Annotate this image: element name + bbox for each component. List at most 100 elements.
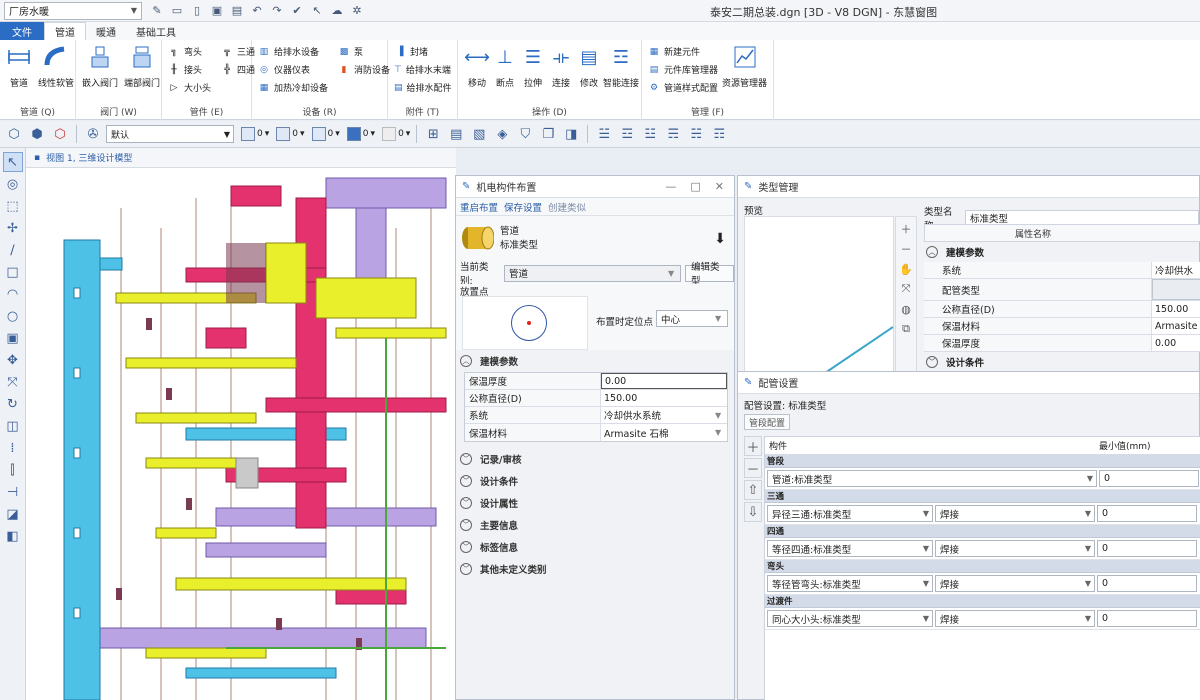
section-other[interactable]: ﹀ 其他未定义类别	[456, 558, 734, 580]
array-icon[interactable]: ⁞	[3, 438, 23, 458]
placement-pos-select[interactable]: 中心 ▼	[656, 310, 728, 327]
component-select[interactable]: 同心大小头:标准类型 ▼	[767, 610, 933, 627]
close-icon[interactable]: ✕	[715, 180, 724, 193]
transparency-picker[interactable]: 0 ▾	[346, 127, 375, 141]
cube-red-icon[interactable]: ⬡	[50, 124, 70, 144]
zoom-out-icon[interactable]: －	[898, 241, 914, 257]
undo-icon[interactable]: ↶	[248, 2, 266, 20]
component-select[interactable]: 管道:标准类型 ▼	[767, 470, 1097, 487]
weight-picker[interactable]: 0 ▾	[311, 127, 340, 141]
restart-placement-link[interactable]: 重启布置	[460, 200, 498, 214]
move-icon[interactable]: ✥	[3, 350, 23, 370]
component-select[interactable]: 等径四通:标准类型 ▼	[767, 540, 933, 557]
join-select[interactable]: 焊接 ▼	[935, 540, 1095, 557]
cursor-icon[interactable]: ↖	[308, 2, 326, 20]
image-icon[interactable]: ▧	[469, 124, 489, 144]
tab-pipe[interactable]: 管道	[44, 22, 86, 40]
tag-icon[interactable]: ⛉	[515, 124, 535, 144]
elbow-button[interactable]: ╗ 弯头	[168, 44, 211, 59]
maximize-icon[interactable]: □	[690, 180, 700, 193]
min-value-input[interactable]: 0	[1097, 610, 1197, 627]
cube-icon[interactable]: ⬡	[4, 124, 24, 144]
edit-type-button[interactable]: 编辑类型	[685, 262, 734, 287]
move-up-icon[interactable]: ⇧	[744, 480, 762, 500]
rotate-icon[interactable]: ◍	[898, 301, 914, 317]
pipe-style-button[interactable]: ⚙ 管道样式配置	[648, 80, 718, 95]
rect-icon[interactable]: □	[3, 262, 23, 282]
placement-point-preview[interactable]	[462, 296, 588, 350]
select-icon[interactable]: ↖	[2, 152, 23, 172]
component-select[interactable]: 等径管弯头:标准类型 ▼	[767, 575, 933, 592]
color-picker[interactable]: 0 ▾	[241, 127, 269, 141]
extend-icon[interactable]: ⊣	[3, 482, 23, 502]
copy-icon[interactable]: ❐	[538, 124, 558, 144]
line-icon[interactable]: ∕	[3, 240, 23, 260]
modeling-params-section[interactable]: ︿ 建模参数	[456, 350, 734, 372]
fire-equipment-button[interactable]: ▮ 消防设备	[338, 62, 391, 77]
pipe-button[interactable]: 管道	[6, 44, 32, 89]
move-down-icon[interactable]: ⇩	[744, 502, 762, 522]
type-section-modeling[interactable]: ︿ 建模参数	[924, 242, 1200, 262]
section-main-info[interactable]: ﹀ 主要信息	[456, 514, 734, 536]
break-button[interactable]: ⊥ 断点	[492, 44, 518, 90]
cut-icon[interactable]: ◧	[3, 526, 23, 546]
save-icon[interactable]: ▣	[208, 2, 226, 20]
cross-button[interactable]: ╬ 四通	[221, 62, 255, 77]
join-select[interactable]: 焊接 ▼	[935, 610, 1095, 627]
arc-icon[interactable]: ◠	[3, 284, 23, 304]
view-cube-icon[interactable]: ⧉	[898, 321, 914, 337]
move-button[interactable]: ⟷ 移动	[464, 44, 490, 90]
palette-icon[interactable]: ✇	[83, 124, 103, 144]
insulation-material-select[interactable]: Armasite 石棉 ▼	[601, 424, 727, 441]
level-select[interactable]: 默认 ▼	[106, 125, 234, 143]
fit-icon[interactable]: ⤧	[898, 281, 914, 297]
settings-icon[interactable]: ✲	[348, 2, 366, 20]
tab-basic-tools[interactable]: 基础工具	[126, 22, 186, 40]
type-section-design[interactable]: ﹀ 设计条件	[924, 352, 1200, 372]
tee-button[interactable]: ╦ 三通	[221, 44, 255, 59]
3d-viewport[interactable]	[26, 168, 456, 700]
inline-valve-button[interactable]: 嵌入阀门	[82, 44, 118, 89]
workspace-select[interactable]: 厂房水暖 ▼	[4, 1, 142, 20]
join-select[interactable]: 焊接 ▼	[935, 575, 1095, 592]
cube-group-icon[interactable]: ⬢	[27, 124, 47, 144]
category-select[interactable]: 管道 ▼	[504, 264, 682, 282]
connect-button[interactable]: ⟛ 连接	[548, 44, 574, 90]
print-icon[interactable]: ▤	[228, 2, 246, 20]
type-preview[interactable]	[744, 216, 894, 376]
layers-icon[interactable]: ◈	[492, 124, 512, 144]
min-value-input[interactable]: 0	[1097, 575, 1197, 592]
circle-icon[interactable]: ○	[3, 306, 23, 326]
stretch-button[interactable]: ☰ 拉伸	[520, 44, 546, 90]
align-icon[interactable]: ☱	[594, 124, 614, 144]
tab-file[interactable]: 文件	[0, 22, 44, 40]
min-value-input[interactable]: 0	[1097, 540, 1197, 557]
heating-equipment-button[interactable]: ▦ 加热冷却设备	[258, 80, 328, 95]
new-element-button[interactable]: ▦ 新建元件	[648, 44, 718, 59]
end-valve-button[interactable]: 端部阀门	[124, 44, 160, 89]
join-select[interactable]: 焊接 ▼	[935, 505, 1095, 522]
instrument-button[interactable]: ◎ 仪器仪表	[258, 62, 328, 77]
section-design-attributes[interactable]: ﹀ 设计属性	[456, 492, 734, 514]
point-icon[interactable]: ✢	[3, 218, 23, 238]
align-icon[interactable]: ⫿	[3, 460, 23, 480]
stack-icon[interactable]: ☶	[709, 124, 729, 144]
grid-icon[interactable]: ⊞	[423, 124, 443, 144]
pin-icon[interactable]: ✔	[288, 2, 306, 20]
sheet-icon[interactable]: ▤	[446, 124, 466, 144]
pan-icon[interactable]: ✋	[898, 261, 914, 277]
linestyle-picker[interactable]: 0 ▾	[276, 127, 305, 141]
min-value-input[interactable]: 0	[1097, 505, 1197, 522]
water-fitting-button[interactable]: ▤ 给排水配件	[394, 80, 452, 95]
min-value-input[interactable]: 0	[1099, 470, 1199, 487]
solid-icon[interactable]: ◪	[3, 504, 23, 524]
add-icon[interactable]: ＋	[744, 436, 762, 456]
mirror-icon[interactable]: ◫	[3, 416, 23, 436]
water-terminal-button[interactable]: ⊤ 给排水末端	[394, 62, 451, 77]
element-type-card[interactable]: 管道 标准类型 ⬇	[456, 216, 734, 262]
remove-icon[interactable]: －	[744, 458, 762, 478]
create-similar-link[interactable]: 创建类似	[548, 200, 586, 214]
rectangle-select-icon[interactable]: ⬚	[3, 196, 23, 216]
scale-icon[interactable]: ⤧	[3, 372, 23, 392]
zoom-in-icon[interactable]: ＋	[898, 221, 914, 237]
